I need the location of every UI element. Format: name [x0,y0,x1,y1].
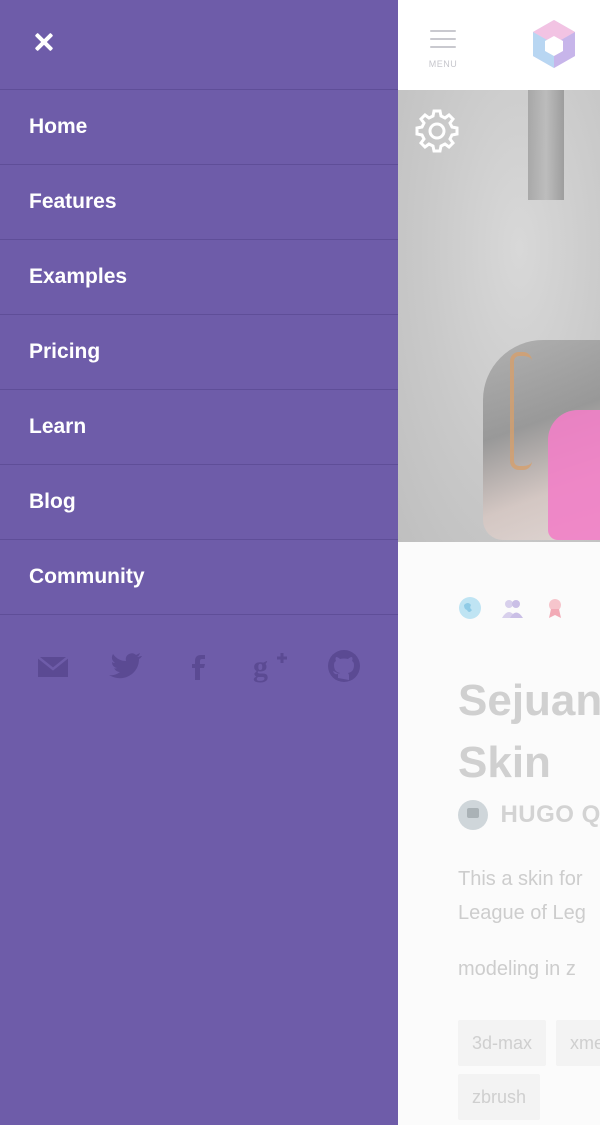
page-content: MENU Sejuan Skin HUGO Q This a skin for … [398,0,600,1125]
nav-item-examples[interactable]: Examples [0,240,398,315]
github-icon[interactable] [326,648,362,684]
facebook-icon[interactable] [180,648,216,684]
tag[interactable]: zbrush [458,1074,541,1120]
model-preview[interactable] [398,90,600,542]
award-icon [543,596,567,620]
description: This a skin for League of Leg [458,868,586,924]
close-icon[interactable] [28,26,60,58]
tag[interactable]: xme [556,1020,600,1066]
twitter-icon[interactable] [107,648,143,684]
gear-icon[interactable] [414,108,460,154]
menu-button[interactable]: MENU [420,26,466,72]
nav-menu: Home Features Examples Pricing Learn Blo… [0,89,398,615]
nav-item-learn[interactable]: Learn [0,390,398,465]
author[interactable]: HUGO Q [458,800,600,834]
author-name[interactable]: HUGO Q [500,801,600,828]
social-links: g [0,648,398,688]
mail-icon[interactable] [36,648,72,684]
hamburger-icon [430,30,456,32]
top-bar: MENU [398,0,600,91]
model-title: Sejuan Skin [458,676,600,787]
nav-item-blog[interactable]: Blog [0,465,398,540]
globe-icon [458,596,482,620]
svg-text:g: g [253,650,268,683]
nav-item-pricing[interactable]: Pricing [0,315,398,390]
nav-item-community[interactable]: Community [0,540,398,615]
users-icon [500,596,524,620]
nav-drawer: Home Features Examples Pricing Learn Blo… [0,0,398,1125]
nav-item-features[interactable]: Features [0,165,398,240]
tag[interactable]: 3d-max [458,1020,547,1066]
meta-icons [458,596,581,624]
menu-label: MENU [428,59,458,69]
nav-item-home[interactable]: Home [0,90,398,165]
description-extra: modeling in z [458,958,576,980]
cube-logo-icon[interactable] [530,18,578,70]
avatar [458,800,488,830]
google-plus-icon[interactable]: g [252,648,288,684]
